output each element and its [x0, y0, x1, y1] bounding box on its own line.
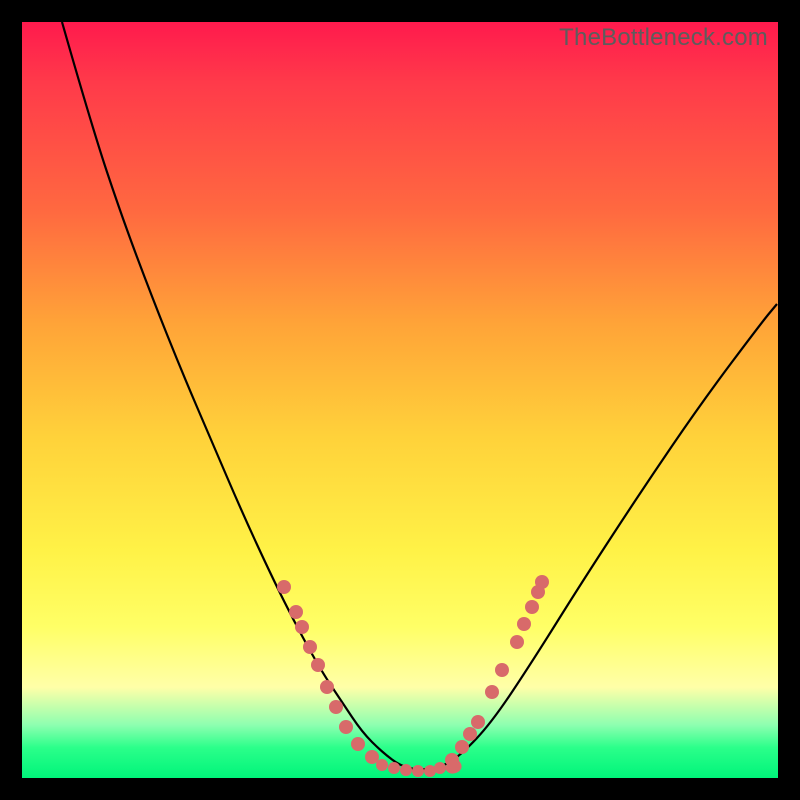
markers-left-branch	[277, 580, 379, 764]
marker-dot	[289, 605, 303, 619]
markers-trough	[376, 759, 446, 777]
marker-dot	[535, 575, 549, 589]
marker-dot	[463, 727, 477, 741]
marker-dot	[303, 640, 317, 654]
marker-dot	[351, 737, 365, 751]
marker-dot	[455, 740, 469, 754]
chart-plot-area: TheBottleneck.com	[22, 22, 778, 778]
markers-right-branch	[445, 575, 549, 767]
marker-dot	[434, 762, 446, 774]
marker-dot	[471, 715, 485, 729]
marker-dot	[388, 762, 400, 774]
marker-dot	[277, 580, 291, 594]
chart-svg	[22, 22, 778, 778]
marker-dot	[311, 658, 325, 672]
bottleneck-curve	[62, 22, 777, 769]
marker-dot	[510, 635, 524, 649]
marker-dot	[295, 620, 309, 634]
marker-dot	[339, 720, 353, 734]
marker-dot	[376, 759, 388, 771]
marker-dot	[517, 617, 531, 631]
marker-dot	[329, 700, 343, 714]
marker-dot	[495, 663, 509, 677]
marker-dot	[400, 764, 412, 776]
marker-dot	[485, 685, 499, 699]
marker-dot	[320, 680, 334, 694]
chart-frame: TheBottleneck.com	[0, 0, 800, 800]
marker-dot	[525, 600, 539, 614]
marker-dot	[412, 765, 424, 777]
